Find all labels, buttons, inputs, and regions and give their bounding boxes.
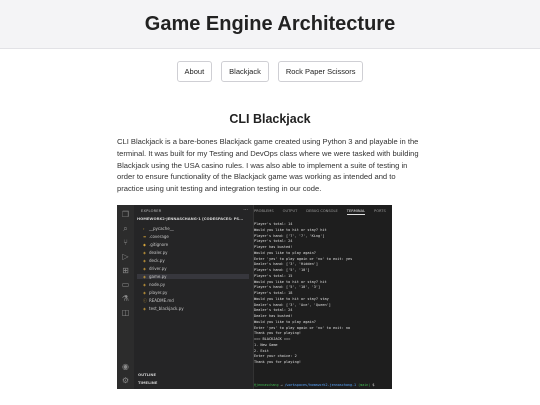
file-item[interactable]: ◈ test_blackjack.py — [143, 306, 184, 311]
file-item[interactable]: ⓘ README.md — [143, 298, 174, 304]
file-item[interactable]: ◈ node.py — [143, 282, 165, 287]
panel-tabs: PROBLEMS OUTPUT DEBUG CONSOLE TERMINAL PORTS — [254, 209, 392, 215]
outline-section[interactable]: OUTLINE — [138, 373, 156, 377]
more-actions-icon[interactable]: ··· — [243, 207, 248, 213]
git-icon: ◆ — [143, 242, 146, 247]
post-intro: CLI Blackjack is a bare-bones Blackjack … — [117, 137, 419, 194]
source-control-icon: ⑂ — [123, 238, 128, 247]
file-item[interactable]: ◈ player.py — [143, 290, 167, 295]
file-item[interactable]: ◈ dealer.py — [143, 250, 167, 255]
file-item[interactable]: ◈ deck.py — [143, 258, 165, 263]
extensions-icon: ⊞ — [122, 266, 129, 275]
file-item-selected[interactable]: ◈ game.py — [137, 274, 249, 279]
file-item[interactable]: ◆ .gitignore — [143, 242, 168, 247]
python-icon: ◈ — [143, 306, 146, 311]
tab-problems[interactable]: PROBLEMS — [254, 209, 274, 213]
tab-output[interactable]: OUTPUT — [283, 209, 298, 213]
prompt-branch: (main) — [356, 383, 373, 387]
search-icon: ⌕ — [123, 224, 128, 233]
site-header: Game Engine Architecture — [0, 0, 540, 49]
nav-bar: About Blackjack Rock Paper Scissors — [0, 61, 540, 82]
post-title: CLI Blackjack — [229, 112, 311, 126]
account-icon: ◉ — [122, 362, 129, 371]
activity-bar: ❐ ⌕ ⑂ ▷ ⊞ ▭ ⚗ ◫ ◉ ⚙ — [117, 205, 134, 389]
terminal-output[interactable]: Player's total: 14 Would you like to hit … — [254, 222, 390, 366]
remote-icon: ▭ — [121, 280, 130, 289]
python-icon: ◈ — [143, 282, 146, 287]
python-icon: ◈ — [143, 266, 146, 271]
tab-debug-console[interactable]: DEBUG CONSOLE — [306, 209, 337, 213]
tab-ports[interactable]: PORTS — [374, 209, 386, 213]
docker-icon: ◫ — [121, 308, 130, 317]
prompt-symbol: $ — [372, 383, 377, 387]
prompt-path: /workspaces/homework2-jennaschang-1 — [284, 383, 357, 387]
python-icon: ◈ — [143, 250, 146, 255]
python-icon: ◈ — [143, 258, 146, 263]
vscode-screenshot: ❐ ⌕ ⑂ ▷ ⊞ ▭ ⚗ ◫ ◉ ⚙ EXPLORER ··· HOMEWOR… — [117, 205, 392, 389]
tab-terminal[interactable]: TERMINAL — [346, 209, 366, 215]
explorer-panel: EXPLORER ··· HOMEWORK2-JENNASCHANG-1 [CO… — [134, 205, 254, 389]
file-icon: ≡ — [143, 234, 147, 239]
site-title: Game Engine Architecture — [144, 12, 396, 35]
file-item[interactable]: › __pycache__ — [143, 226, 174, 231]
nav-about-button[interactable]: About — [176, 61, 213, 82]
settings-icon: ⚙ — [121, 376, 130, 385]
nav-rock-paper-scissors-button[interactable]: Rock Paper Scissors — [277, 61, 364, 82]
files-icon: ❐ — [121, 210, 130, 219]
explorer-root[interactable]: HOMEWORK2-JENNASCHANG-1 [CODESPACES: PS.… — [137, 217, 243, 221]
python-icon: ◈ — [143, 290, 146, 295]
testing-icon: ⚗ — [121, 294, 130, 303]
nav-blackjack-button[interactable]: Blackjack — [221, 61, 269, 82]
prompt-user: @jennaschang — [254, 383, 279, 387]
info-icon: ⓘ — [143, 298, 147, 303]
explorer-label: EXPLORER — [141, 209, 162, 213]
python-icon: ◈ — [143, 274, 146, 279]
terminal-prompt[interactable]: @jennaschang → /workspaces/homework2-jen… — [254, 383, 377, 387]
file-item[interactable]: ◈ driver.py — [143, 266, 167, 271]
timeline-section[interactable]: TIMELINE — [138, 381, 157, 385]
run-debug-icon: ▷ — [122, 252, 129, 261]
file-item[interactable]: ≡ .coverage — [143, 234, 169, 239]
folder-icon: › — [143, 226, 145, 231]
terminal-line: Thank you for playing! — [254, 360, 301, 364]
